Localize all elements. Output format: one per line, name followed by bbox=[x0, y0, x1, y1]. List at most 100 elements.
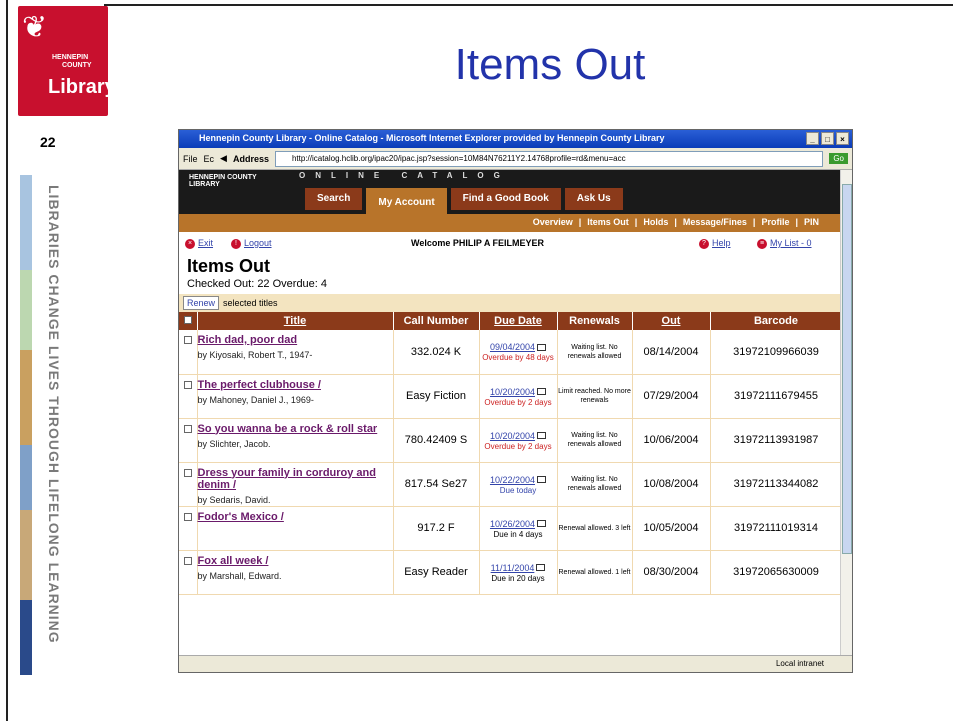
barcode: 31972109966039 bbox=[710, 330, 842, 375]
subnav-profile[interactable]: Profile bbox=[761, 217, 789, 227]
column-header[interactable]: Renewals bbox=[557, 312, 633, 330]
calendar-icon[interactable] bbox=[537, 388, 547, 396]
go-button[interactable]: Go bbox=[829, 153, 848, 164]
subnav-overview[interactable]: Overview bbox=[533, 217, 573, 227]
column-header[interactable]: Due Date bbox=[479, 312, 558, 330]
row-author: by Marshall, Edward. bbox=[197, 570, 282, 581]
subnav-pin[interactable]: PIN bbox=[804, 217, 819, 227]
due-cell: 10/20/2004 Overdue by 2 days bbox=[479, 418, 558, 463]
renewal-status: Waiting list. No renewals allowed bbox=[557, 462, 633, 507]
due-cell: 09/04/2004 Overdue by 48 days bbox=[479, 330, 558, 375]
calendar-icon[interactable] bbox=[537, 476, 547, 484]
calendar-icon[interactable] bbox=[536, 564, 546, 572]
items-table: Title Call Number Due Date Renewals Out Barco… bbox=[179, 312, 842, 595]
menu-edit[interactable]: Ec bbox=[204, 154, 215, 164]
slide-title: Items Out bbox=[454, 40, 646, 89]
browser-window: Hennepin County Library - Online Catalog… bbox=[178, 129, 853, 673]
slide: ❦ HENNEPIN COUNTY Library 22 LIBRARIES C… bbox=[0, 0, 953, 721]
help-label: Help bbox=[712, 238, 731, 248]
title-cell: So you wanna be a rock & roll star by Sli… bbox=[197, 418, 394, 463]
sidebar-rule bbox=[6, 0, 8, 721]
row-checkbox[interactable] bbox=[179, 462, 198, 507]
renewal-status: Waiting list. No renewals allowed bbox=[557, 330, 633, 375]
due-date-link[interactable]: 10/20/2004 bbox=[490, 387, 535, 397]
account-bar: × Exit ! Logout Welcome PHILIP A FEILMEYER… bbox=[179, 232, 842, 252]
row-checkbox[interactable] bbox=[179, 418, 198, 463]
subnav-holds[interactable]: Holds bbox=[643, 217, 668, 227]
due-date-link[interactable]: 09/04/2004 bbox=[490, 342, 535, 352]
checkout-counts: Checked Out: 22 Overdue: 4 bbox=[187, 278, 328, 290]
renew-button[interactable]: Renew bbox=[183, 296, 220, 310]
column-header[interactable]: Barcode bbox=[710, 312, 842, 330]
tab-ask-us[interactable]: Ask Us bbox=[564, 188, 623, 210]
tab-my-account[interactable]: My Account bbox=[366, 188, 447, 216]
column-header[interactable]: Call Number bbox=[393, 312, 480, 330]
window-controls: _ □ × bbox=[806, 132, 849, 145]
out-date: 07/29/2004 bbox=[632, 374, 711, 419]
tab-find-a-good-book[interactable]: Find a Good Book bbox=[450, 188, 561, 210]
barcode: 31972065630009 bbox=[710, 550, 842, 595]
renewal-status: Renewal allowed. 1 left bbox=[557, 550, 633, 595]
my-list-link[interactable]: ≡ My List - 0 bbox=[757, 238, 812, 249]
exit-link[interactable]: × Exit bbox=[185, 238, 213, 249]
renewal-status: Waiting list. No renewals allowed bbox=[557, 418, 633, 463]
nav-tabs: Search My Account Find a Good Book Ask Us bbox=[305, 188, 623, 216]
table-row: The perfect clubhouse / by Mahoney, Danie… bbox=[179, 374, 842, 419]
due-date-link[interactable]: 11/11/2004 bbox=[491, 563, 535, 573]
back-icon[interactable]: ◀ bbox=[220, 153, 227, 164]
vertical-scrollbar[interactable] bbox=[840, 170, 852, 656]
row-title-link[interactable]: The perfect clubhouse / bbox=[198, 379, 391, 391]
due-status: Due in 20 days bbox=[491, 573, 545, 583]
select-all-checkbox[interactable] bbox=[179, 312, 198, 330]
side-tagline: LIBRARIES CHANGE LIVES THROUGH LIFELONG … bbox=[46, 185, 62, 644]
slide-sidebar: ❦ HENNEPIN COUNTY Library 22 LIBRARIES C… bbox=[0, 0, 116, 721]
address-label: Address bbox=[232, 153, 269, 164]
address-input[interactable]: http://icatalog.hclib.org/ipac20/ipac.js… bbox=[274, 150, 824, 167]
my-list-label: My List - 0 bbox=[770, 238, 812, 248]
row-title-link[interactable]: Rich dad, poor dad bbox=[198, 334, 391, 346]
due-status: Overdue by 2 days bbox=[484, 441, 552, 451]
due-date-link[interactable]: 10/26/2004 bbox=[490, 519, 535, 529]
table-header: Title Call Number Due Date Renewals Out Barco… bbox=[179, 312, 842, 330]
catalog-header: HENNEPIN COUNTY LIBRARY ONLINE CATALOG S… bbox=[179, 170, 842, 232]
row-title-link[interactable]: So you wanna be a rock & roll star bbox=[198, 423, 391, 435]
call-number: 817.54 Se27 bbox=[393, 462, 480, 507]
welcome-message: Welcome PHILIP A FEILMEYER bbox=[411, 238, 545, 248]
due-date-link[interactable]: 10/20/2004 bbox=[490, 431, 535, 441]
row-title-link[interactable]: Dress your family in corduroy and denim … bbox=[198, 467, 391, 491]
row-checkbox[interactable] bbox=[179, 506, 198, 551]
row-title-link[interactable]: Fox all week / bbox=[198, 555, 391, 567]
row-title-link[interactable]: Fodor's Mexico / bbox=[198, 511, 391, 523]
title-cell: Dress your family in corduroy and denim … bbox=[197, 462, 394, 507]
help-link[interactable]: ? Help bbox=[699, 238, 731, 249]
row-author: by Mahoney, Daniel J., 1969- bbox=[197, 394, 314, 405]
out-date: 10/08/2004 bbox=[632, 462, 711, 507]
title-cell: Fodor's Mexico / bbox=[197, 506, 394, 551]
column-header[interactable]: Out bbox=[632, 312, 711, 330]
due-date-link[interactable]: 10/22/2004 bbox=[490, 475, 535, 485]
call-number: 332.024 K bbox=[393, 330, 480, 375]
minimize-icon[interactable]: _ bbox=[806, 132, 819, 145]
logout-link[interactable]: ! Logout bbox=[231, 238, 272, 249]
calendar-icon[interactable] bbox=[537, 520, 547, 528]
renew-label: selected titles bbox=[223, 298, 278, 308]
tab-search[interactable]: Search bbox=[305, 188, 363, 210]
due-status: Due today bbox=[499, 485, 537, 495]
subnav-message-fines[interactable]: Message/Fines bbox=[683, 217, 747, 227]
column-header[interactable]: Title bbox=[197, 312, 394, 330]
catalog-logo[interactable]: HENNEPIN COUNTY LIBRARY bbox=[189, 174, 269, 188]
subnav-items-out[interactable]: Items Out bbox=[587, 217, 629, 227]
maximize-icon[interactable]: □ bbox=[821, 132, 834, 145]
color-stripes bbox=[20, 175, 32, 675]
close-icon[interactable]: × bbox=[836, 132, 849, 145]
menu-file[interactable]: File bbox=[183, 154, 198, 164]
calendar-icon[interactable] bbox=[537, 343, 547, 351]
top-rule bbox=[104, 4, 953, 6]
scroll-thumb[interactable] bbox=[842, 184, 852, 554]
security-zone: Local intranet bbox=[775, 659, 824, 668]
calendar-icon[interactable] bbox=[537, 432, 547, 440]
stripe bbox=[20, 600, 32, 675]
row-checkbox[interactable] bbox=[179, 374, 198, 419]
row-checkbox[interactable] bbox=[179, 330, 198, 375]
row-checkbox[interactable] bbox=[179, 550, 198, 595]
